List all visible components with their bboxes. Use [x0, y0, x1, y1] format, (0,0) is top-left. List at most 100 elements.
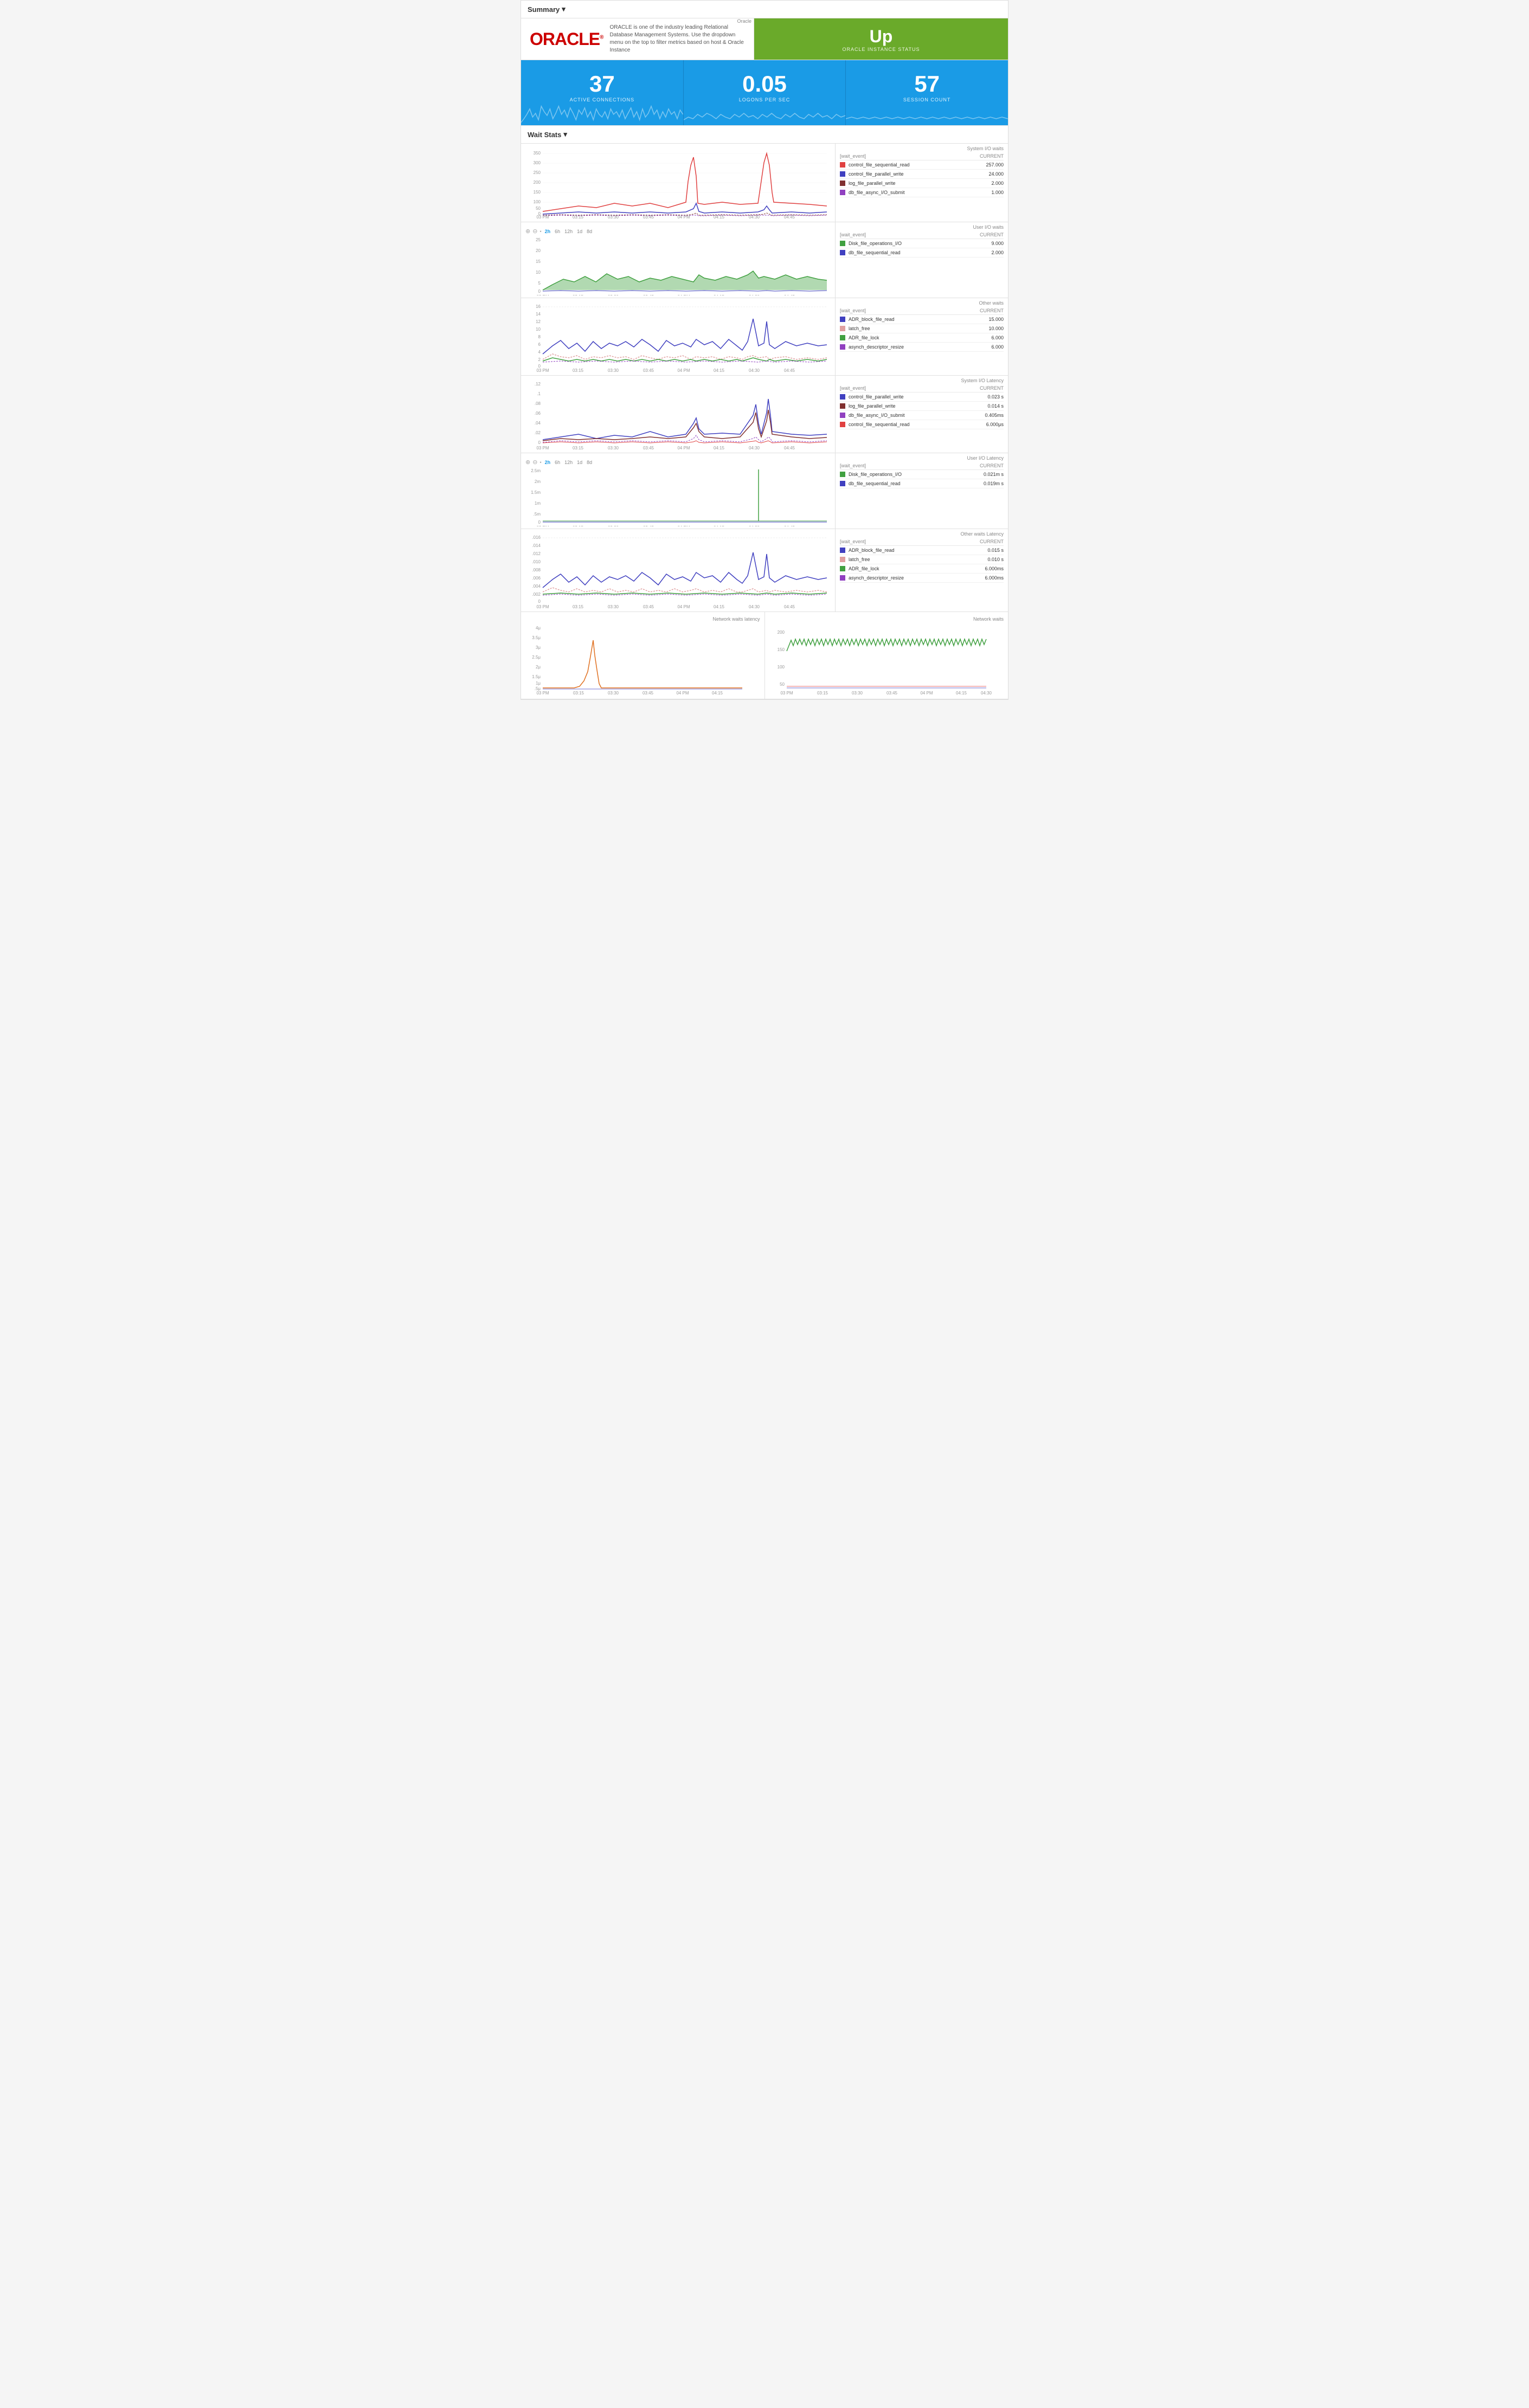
svg-text:04 PM: 04 PM	[677, 294, 690, 295]
other-waits-latency-panel: .016 .014 .012 .010 .008 .006 .004 .002 …	[521, 529, 1008, 612]
other-waits-latency-legend: Other waits Latency [wait_event]CURRENT …	[836, 529, 1008, 611]
svg-text:04:45: 04:45	[784, 604, 795, 609]
user-io-toolbar: ⊕ ⊖ • 2h 6h 12h 1d 8d	[525, 227, 831, 236]
svg-text:04 PM: 04 PM	[676, 691, 689, 694]
network-latency-chart: Network waits latency 4μ 3.5μ 3μ 2.5μ 2μ…	[521, 612, 765, 699]
legend-row-adr-file: ADR_file_lock 6.000	[840, 333, 1004, 343]
toolbar-dot: •	[539, 229, 541, 234]
svg-text:.12: .12	[535, 382, 541, 387]
legend-row-dfsr: db_file_sequential_read 0.019m s	[840, 479, 1004, 488]
oracle-info-section: Oracle ORACLE® ORACLE is one of the indu…	[521, 18, 754, 60]
svg-text:5: 5	[538, 281, 541, 286]
svg-text:03 PM: 03 PM	[536, 604, 549, 609]
system-io-legend: System I/O waits [wait_event]CURRENT con…	[836, 144, 1008, 222]
legend-color-blue	[840, 171, 845, 177]
legend-value-dfsr: 0.019m s	[984, 481, 1004, 486]
time-btn-6h[interactable]: 6h	[554, 228, 561, 235]
svg-text:04:30: 04:30	[749, 215, 760, 220]
network-latency-title: Network waits latency	[525, 616, 760, 622]
other-waits-chart-area: 16 14 12 10 8 6 4 2 0 03 PM 03	[521, 298, 836, 375]
time-btn-8d[interactable]: 8d	[586, 228, 593, 235]
svg-text:04:15: 04:15	[714, 368, 725, 373]
time-btn2-6h[interactable]: 6h	[554, 459, 561, 466]
legend-name-dfa: db_file_async_I/O_submit	[849, 413, 981, 418]
svg-text:100: 100	[777, 665, 785, 669]
system-io-chart-area: 350 300 250 200 150 100 50 0	[521, 144, 836, 222]
other-waits-latency-header: [wait_event]CURRENT	[840, 538, 1004, 546]
legend-value-async: 1.000	[991, 190, 1004, 195]
other-waits-latency-chart-area: .016 .014 .012 .010 .008 .006 .004 .002 …	[521, 529, 836, 611]
time-btn2-12h[interactable]: 12h	[563, 459, 574, 466]
svg-text:03:15: 03:15	[817, 691, 828, 694]
legend-value-adr-file: 6.000	[991, 335, 1004, 340]
time-btn2-1d[interactable]: 1d	[576, 459, 583, 466]
svg-text:2m: 2m	[535, 479, 541, 484]
network-waits-svg: 200 150 100 50 03 PM 03:15 03:30 03:45 0…	[769, 624, 992, 694]
time-btn-12h[interactable]: 12h	[563, 228, 574, 235]
svg-text:03:15: 03:15	[573, 604, 584, 609]
svg-text:0: 0	[538, 440, 541, 445]
svg-text:8: 8	[538, 334, 541, 339]
legend-row-dfo: Disk_file_operations_I/O 0.021m s	[840, 470, 1004, 479]
oracle-tag: Oracle	[737, 18, 751, 24]
svg-text:03:15: 03:15	[573, 368, 584, 373]
svg-text:2μ: 2μ	[536, 665, 541, 669]
svg-text:12: 12	[536, 319, 541, 324]
svg-text:.004: .004	[532, 584, 541, 589]
svg-text:04 PM: 04 PM	[920, 691, 933, 694]
svg-text:03:15: 03:15	[573, 446, 584, 450]
svg-text:4: 4	[538, 350, 541, 355]
time-btn-1d[interactable]: 1d	[576, 228, 583, 235]
svg-text:03:15: 03:15	[573, 294, 584, 295]
svg-text:03 PM: 03 PM	[536, 294, 549, 295]
active-connections-label: ACTIVE CONNECTIONS	[530, 97, 674, 102]
legend-row-adr-block: ADR_block_file_read 15.000	[840, 315, 1004, 324]
time-btn-2h[interactable]: 2h	[544, 228, 552, 235]
user-io-latency-title: User I/O Latency	[840, 455, 1004, 462]
svg-text:15: 15	[536, 259, 541, 264]
legend-value-cpw: 0.023 s	[987, 394, 1004, 400]
legend-row-adr2: ADR_block_file_read 0.015 s	[840, 546, 1004, 555]
zoom-out-icon[interactable]: ⊖	[532, 228, 537, 235]
legend-name-dfo: Disk_file_operations_I/O	[849, 472, 980, 477]
svg-text:03:15: 03:15	[573, 525, 584, 526]
zoom-out-icon2[interactable]: ⊖	[532, 459, 537, 466]
legend-value-adr-file2: 6.000ms	[985, 566, 1004, 571]
zoom-icon[interactable]: ⊕	[525, 228, 530, 235]
legend-value-dfa: 0.405ms	[985, 413, 1004, 418]
svg-text:200: 200	[777, 630, 785, 635]
legend-name-control-par: control_file_parallel_write	[849, 171, 985, 177]
svg-text:50: 50	[536, 206, 541, 211]
user-io-legend: User I/O waits [wait_event]CURRENT Disk_…	[836, 222, 1008, 298]
legend-color-blue2	[840, 250, 845, 255]
svg-text:04:15: 04:15	[714, 604, 725, 609]
legend-color-pink2	[840, 557, 845, 562]
wait-stats-header[interactable]: Wait Stats ▾	[521, 126, 1008, 144]
time-btn2-8d[interactable]: 8d	[586, 459, 593, 466]
legend-row-db-seq: db_file_sequential_read 2.000	[840, 248, 1004, 257]
legend-name-adr-block: ADR_block_file_read	[849, 317, 985, 322]
metric-logons-per-sec: 0.05 LOGONS PER SEC	[684, 60, 846, 125]
oracle-reg: ®	[600, 34, 603, 40]
svg-text:16: 16	[536, 304, 541, 309]
legend-name-cfsr: control_file_sequential_read	[849, 422, 983, 427]
summary-header[interactable]: Summary ▾	[521, 1, 1008, 18]
logons-per-sec-label: LOGONS PER SEC	[692, 97, 837, 102]
svg-text:.002: .002	[532, 592, 541, 597]
time-btn2-2h[interactable]: 2h	[544, 459, 552, 466]
other-waits-latency-svg: .016 .014 .012 .010 .008 .006 .004 .002 …	[525, 533, 829, 609]
system-io-latency-chart-area: .12 .1 .08 .06 .04 .02 0 03 PM 03:15 03:…	[521, 376, 836, 453]
zoom-icon2[interactable]: ⊕	[525, 459, 530, 466]
svg-text:04:15: 04:15	[712, 691, 723, 694]
user-io-latency-panel: ⊕ ⊖ • 2h 6h 12h 1d 8d 2.5m 2m 1.5m 1m .5…	[521, 453, 1008, 529]
svg-text:03:45: 03:45	[643, 215, 654, 220]
legend-row-control-seq: control_file_sequential_read 257.000	[840, 160, 1004, 170]
other-waits-panel: 16 14 12 10 8 6 4 2 0 03 PM 03	[521, 298, 1008, 376]
legend-value-control-par: 24.000	[988, 171, 1004, 177]
svg-text:03 PM: 03 PM	[780, 691, 793, 694]
svg-text:03:15: 03:15	[573, 691, 584, 694]
legend-color-darkred2	[840, 403, 845, 409]
svg-text:03 PM: 03 PM	[536, 215, 549, 220]
legend-name-lpw: log_file_parallel_write	[849, 403, 984, 409]
svg-text:3.5μ: 3.5μ	[532, 635, 541, 640]
